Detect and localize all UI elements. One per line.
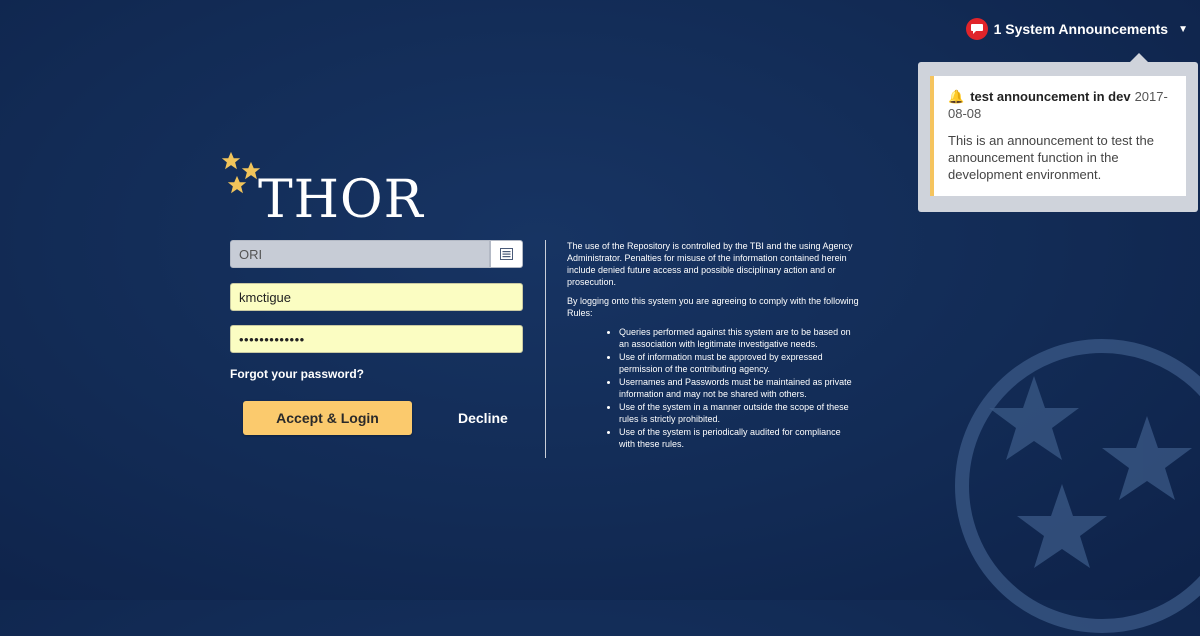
system-announcements-toggle[interactable]: 1 System Announcements ▼	[965, 18, 1188, 40]
rules-list: Queries performed against this system ar…	[567, 326, 859, 450]
decline-button[interactable]: Decline	[452, 409, 514, 427]
rules-intro: The use of the Repository is controlled …	[567, 241, 853, 287]
star-icon	[227, 175, 247, 194]
rule-item: Use of the system is periodically audite…	[619, 426, 859, 450]
system-announcements-label: 1 System Announcements	[993, 21, 1169, 37]
caret-down-icon: ▼	[1178, 23, 1188, 35]
star-icon	[221, 151, 241, 170]
bell-icon: 🔔	[948, 89, 965, 104]
ori-row	[230, 240, 523, 268]
rule-item: Usernames and Passwords must be maintain…	[619, 376, 859, 400]
login-form: Forgot your password?	[230, 240, 523, 381]
forgot-password-link[interactable]: Forgot your password?	[230, 367, 523, 381]
announcements-popover: 🔔 test announcement in dev 2017-08-08 This…	[918, 53, 1198, 212]
ori-lookup-button[interactable]	[490, 240, 523, 268]
password-input[interactable]	[230, 325, 523, 353]
announcement-title: test announcement in dev	[970, 89, 1131, 104]
announcement-header: 🔔 test announcement in dev 2017-08-08	[948, 88, 1176, 122]
username-input[interactable]	[230, 283, 523, 311]
accept-login-button[interactable]: Accept & Login	[243, 401, 412, 435]
announcement-card: 🔔 test announcement in dev 2017-08-08 This…	[930, 76, 1186, 196]
logo-wordmark: THOR	[258, 170, 424, 230]
rule-item: Queries performed against this system ar…	[619, 326, 859, 350]
rules-agreement: By logging onto this system you are agre…	[567, 296, 859, 318]
ori-input[interactable]	[230, 240, 490, 268]
usage-rules: The use of the Repository is controlled …	[567, 240, 859, 451]
rule-item: Use of the system in a manner outside th…	[619, 401, 859, 425]
login-actions: Accept & Login Decline	[243, 401, 514, 435]
announcement-body: This is an announcement to test the anno…	[948, 133, 1154, 182]
list-icon	[500, 248, 513, 260]
speech-bubble-icon	[965, 18, 988, 40]
vertical-divider	[545, 240, 546, 458]
rule-item: Use of information must be approved by e…	[619, 351, 859, 375]
thor-logo: THOR	[220, 150, 440, 230]
tri-star-emblem	[955, 339, 1200, 633]
